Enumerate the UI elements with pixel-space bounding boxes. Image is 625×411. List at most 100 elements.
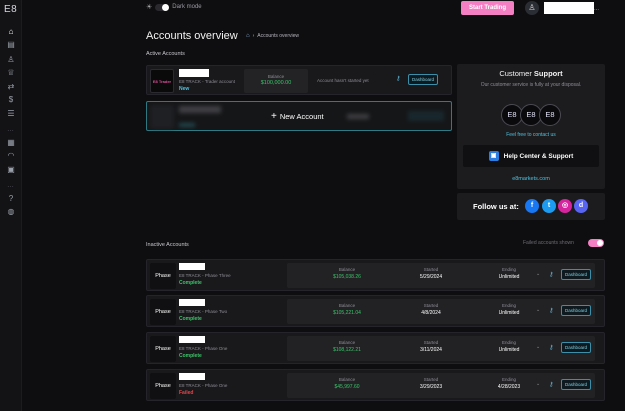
balance-label: Balance [267, 74, 285, 79]
started-value: 3/11/2024 [420, 347, 442, 353]
balance-label: Balance [338, 377, 356, 382]
failed-accounts-label: Failed accounts shown [523, 240, 574, 246]
phase-thumbnail: Phase [150, 373, 176, 399]
transfer-icon[interactable]: ⇄ [5, 82, 17, 92]
start-trading-button[interactable]: Start Trading [461, 1, 514, 15]
customer-support-panel: Customer Support Our customer service is… [457, 64, 605, 189]
phase-thumbnail: Phase [150, 263, 176, 289]
dashboard-button[interactable]: Dashboard [408, 74, 439, 85]
dashboard-button[interactable]: Dashboard [561, 305, 592, 316]
dashboard-button[interactable]: Dashboard [561, 342, 592, 353]
ending-column: Ending 4/28/2023 [479, 377, 539, 390]
chevron-right-icon: › [252, 33, 255, 39]
sun-icon: ☀ [146, 4, 153, 11]
breadcrumb: ⌂ › Accounts overview [246, 33, 299, 39]
started-column: Started 3/29/2023 [393, 377, 469, 390]
key-icon[interactable]: ⚷ [549, 271, 553, 278]
sidebar-divider: … [7, 126, 14, 133]
home-icon[interactable]: ⌂ [5, 27, 17, 37]
calendar-icon[interactable]: ▦ [5, 138, 17, 148]
ending-label: Ending [501, 267, 516, 272]
balance-box: Balance $100,000.00 [244, 69, 308, 93]
list-icon[interactable]: ☰ [5, 109, 17, 119]
chevron-down-icon[interactable]: ⌄ [536, 381, 540, 387]
home-icon[interactable]: ⌂ [246, 33, 250, 39]
dollar-icon[interactable]: $ [5, 95, 17, 105]
username-redacted[interactable] [544, 2, 594, 14]
started-column: Started 3/11/2024 [393, 340, 469, 353]
facebook-icon[interactable]: f [525, 199, 539, 213]
account-name-redacted [179, 373, 205, 380]
globe-icon[interactable]: ◍ [5, 207, 17, 217]
dark-mode-label: Dark mode [172, 4, 202, 10]
username-overflow: ... [594, 6, 600, 12]
breadcrumb-current: Accounts overview [257, 33, 299, 39]
balance-value: $108,122.21 [333, 347, 361, 353]
user-icon[interactable]: ♙ [5, 55, 17, 65]
failed-accounts-toggle[interactable] [588, 239, 604, 247]
help-center-button[interactable]: ▣ Help Center & Support [463, 145, 599, 167]
chevron-down-icon[interactable]: ⌄ [536, 344, 540, 350]
e8-trader-thumbnail: E8 Trader [150, 69, 174, 93]
balance-column: Balance $45,997.60 [309, 377, 385, 390]
plus-icon: + [271, 110, 277, 122]
inactive-account-card[interactable]: Phase E8 TRACK - Phase Two Complete Balance… [146, 295, 605, 327]
new-account-label: New Account [279, 112, 324, 121]
new-account-card[interactable]: + New Account [146, 101, 452, 131]
account-status: New [179, 86, 190, 92]
support-description: Our customer service is fully at your di… [480, 82, 582, 88]
sidebar: E8 ⌂ ▤ ♙ ♕ ⇄ $ ☰ … ▦ ◠ ▣ … ? ◍ [0, 0, 22, 411]
inactive-account-card[interactable]: Phase E8 TRACK - Phase One Failed Balance $4… [146, 369, 605, 401]
dashboard-button[interactable]: Dashboard [561, 379, 592, 390]
tools-icon[interactable]: ▣ [5, 165, 17, 175]
support-title-a: Customer [499, 69, 532, 78]
document-icon[interactable]: ▤ [5, 40, 17, 50]
started-label: Started [423, 340, 439, 345]
contact-us-text: Feel free to contact us [506, 132, 556, 138]
twitter-icon[interactable]: t [542, 199, 556, 213]
help-center-icon: ▣ [488, 151, 499, 161]
user-avatar-icon[interactable]: ♙ [525, 1, 539, 15]
new-account-button[interactable]: + New Account [271, 110, 324, 122]
dark-mode-toggle[interactable] [155, 3, 170, 11]
support-title: Customer Support [457, 69, 605, 78]
instagram-icon[interactable]: ◎ [558, 199, 572, 213]
balance-label: Balance [338, 340, 356, 345]
account-name-redacted [179, 69, 209, 77]
started-value: 3/29/2023 [419, 384, 443, 390]
account-status: Complete [179, 353, 202, 359]
e8-logo[interactable]: E8 [4, 4, 17, 15]
inactive-account-card[interactable]: Phase E8 TRACK - Phase One Complete Balance… [146, 332, 605, 364]
rss-icon[interactable]: ◠ [5, 151, 17, 161]
key-icon[interactable]: ⚷ [549, 307, 553, 314]
dashboard-button[interactable]: Dashboard [561, 269, 592, 280]
chevron-down-icon[interactable]: ⌄ [536, 307, 540, 313]
chevron-down-icon[interactable]: ⌄ [536, 271, 540, 277]
discord-icon[interactable]: d [574, 199, 588, 213]
inactive-account-card[interactable]: Phase E8 TRACK - Phase Three Complete Balan… [146, 259, 605, 291]
help-icon[interactable]: ? [5, 194, 17, 204]
phase-thumbnail: Phase [150, 299, 176, 325]
website-link[interactable]: e8markets.com [457, 176, 605, 182]
sidebar-divider: … [7, 182, 14, 189]
started-column: Started 4/8/2024 [393, 303, 469, 316]
account-status: Complete [179, 280, 202, 286]
account-subtitle: E8 TRACK - Phase Two [179, 309, 228, 314]
account-name-redacted [179, 263, 205, 270]
dark-mode-switch[interactable]: ☀ Dark mode [146, 3, 202, 11]
ending-label: Ending [501, 340, 516, 345]
balance-value: $100,000.00 [260, 80, 292, 86]
account-subtitle: E8 TRACK - Trader account [179, 79, 235, 84]
active-account-card[interactable]: E8 Trader E8 TRACK - Trader account New … [146, 65, 452, 95]
ending-column: Ending Unlimited [479, 340, 539, 353]
account-status: Complete [179, 316, 202, 322]
inactive-accounts-title: Inactive Accounts [146, 242, 189, 248]
key-icon[interactable]: ⚷ [396, 75, 400, 82]
not-started-note: Account hasn't started yet [317, 78, 369, 83]
key-icon[interactable]: ⚷ [549, 381, 553, 388]
key-icon[interactable]: ⚷ [549, 344, 553, 351]
account-subtitle: E8 TRACK - Phase Three [179, 273, 231, 278]
balance-label: Balance [338, 267, 356, 272]
trophy-icon[interactable]: ♕ [5, 68, 17, 78]
ending-value: Unlimited [498, 274, 520, 280]
